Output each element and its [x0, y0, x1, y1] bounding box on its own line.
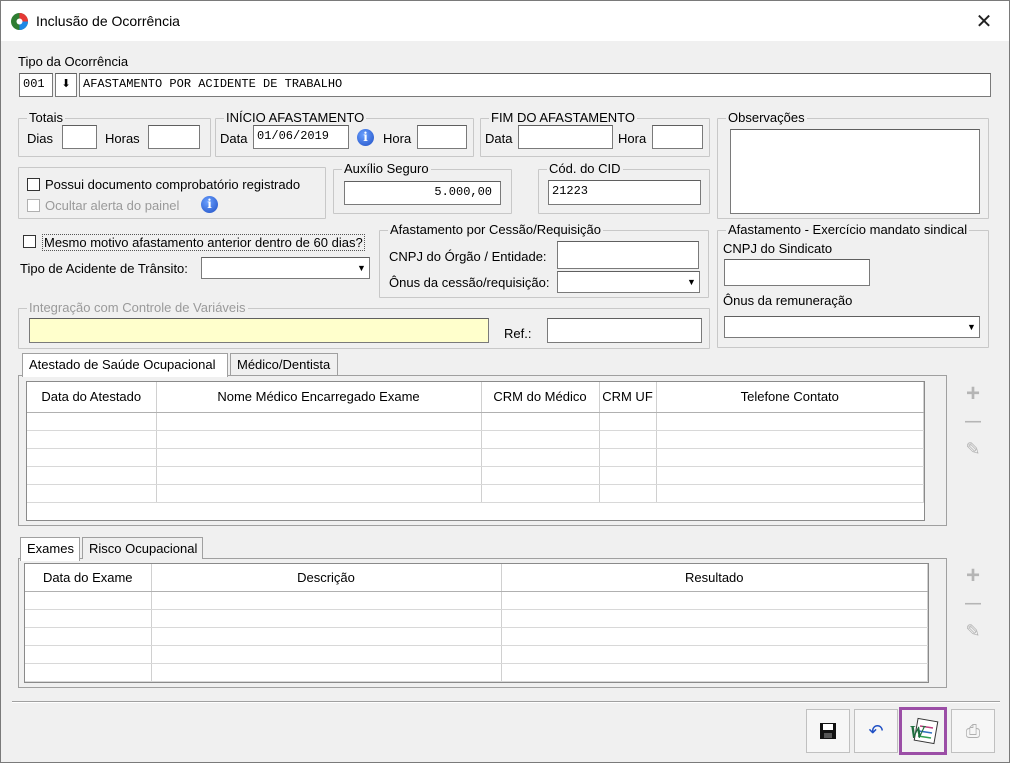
cid-input[interactable]: 21223 — [548, 180, 701, 205]
remove-button[interactable]: — — [962, 593, 984, 615]
observacoes-textarea[interactable] — [730, 129, 980, 214]
sindicato-onus-label: Ônus da remuneração — [723, 293, 853, 308]
chevron-down-icon: ▼ — [967, 322, 976, 332]
possui-documento-label: Possui documento comprobatório registrad… — [45, 177, 301, 192]
dias-label: Dias — [27, 131, 54, 146]
column-header[interactable]: Data do Exame — [25, 564, 152, 592]
column-header[interactable]: Resultado — [501, 564, 928, 592]
add-button[interactable]: + — [962, 382, 984, 406]
tab-exames[interactable]: Exames — [20, 537, 80, 561]
inicio-hora-input[interactable] — [417, 125, 467, 149]
table-row[interactable] — [27, 430, 924, 449]
add-button[interactable]: + — [962, 564, 984, 588]
ref-label: Ref.: — [504, 326, 532, 341]
close-button[interactable]: ✕ — [961, 7, 1007, 37]
save-button[interactable] — [806, 709, 850, 753]
cessao-legend: Afastamento por Cessão/Requisição — [388, 222, 604, 237]
dias-input[interactable] — [62, 125, 97, 149]
column-header[interactable]: Descrição — [151, 564, 502, 592]
transito-label: Tipo de Acidente de Trânsito: — [20, 261, 188, 276]
edit-button[interactable]: ✎ — [962, 438, 984, 460]
ocultar-alerta-label: Ocultar alerta do painel — [45, 198, 180, 213]
undo-button[interactable]: ↶ — [854, 709, 898, 753]
table-row[interactable] — [25, 609, 928, 628]
table-row[interactable] — [25, 663, 928, 682]
integracao-input[interactable] — [29, 318, 489, 343]
edit-button[interactable]: ✎ — [962, 620, 984, 642]
table-row[interactable] — [25, 591, 928, 610]
dialog-window: Inclusão de Ocorrência ✕ Tipo da Ocorrên… — [0, 0, 1010, 763]
cessao-onus-select[interactable]: ▼ — [557, 271, 700, 293]
mesmo-motivo-label: Mesmo motivo afastamento anterior dentro… — [42, 234, 365, 251]
remove-button[interactable]: — — [962, 411, 984, 433]
ref-input[interactable] — [547, 318, 702, 343]
transito-select[interactable]: ▼ — [201, 257, 370, 279]
inicio-legend: INÍCIO AFASTAMENTO — [224, 110, 367, 125]
sindical-legend: Afastamento - Exercício mandato sindical — [726, 222, 970, 237]
table-row[interactable] — [27, 412, 924, 431]
fim-hora-label: Hora — [618, 131, 647, 146]
integracao-legend: Integração com Controle de Variáveis — [27, 300, 248, 315]
table-row[interactable] — [25, 627, 928, 646]
fim-hora-input[interactable] — [652, 125, 703, 149]
totais-legend: Totais — [27, 110, 65, 125]
sindicato-cnpj-label: CNPJ do Sindicato — [723, 241, 833, 256]
cessao-onus-label: Ônus da cessão/requisição: — [389, 275, 550, 290]
column-header[interactable]: CRM do Médico — [481, 382, 600, 413]
auxilio-input[interactable]: 5.000,00 — [344, 181, 501, 205]
word-document-icon: W — [909, 717, 939, 745]
print-button[interactable]: ⎙ — [951, 709, 995, 753]
bottom-divider — [12, 701, 1000, 703]
tipo-code-input[interactable]: 001 — [19, 73, 53, 97]
horas-label: Horas — [105, 131, 140, 146]
info-icon[interactable]: i — [357, 129, 374, 146]
fim-legend: FIM DO AFASTAMENTO — [489, 110, 637, 125]
table-row[interactable] — [27, 484, 924, 503]
ocultar-alerta-checkbox[interactable] — [27, 199, 40, 212]
atestado-table[interactable]: Data do Atestado Nome Médico Encarregado… — [26, 381, 925, 521]
horas-input[interactable] — [148, 125, 200, 149]
possui-documento-checkbox[interactable] — [27, 178, 40, 191]
cid-legend: Cód. do CID — [547, 161, 623, 176]
inicio-hora-label: Hora — [383, 131, 412, 146]
mesmo-motivo-checkbox[interactable] — [23, 235, 36, 248]
table-row[interactable] — [27, 448, 924, 467]
window-title: Inclusão de Ocorrência — [36, 13, 180, 29]
exames-table[interactable]: Data do Exame Descrição Resultado — [24, 563, 929, 683]
word-glyph: W — [909, 722, 927, 742]
title-bar: Inclusão de Ocorrência ✕ — [1, 1, 1009, 41]
tipo-description-input[interactable]: AFASTAMENTO POR ACIDENTE DE TRABALHO — [79, 73, 991, 97]
inicio-data-label: Data — [220, 131, 248, 146]
word-report-button[interactable]: W — [899, 707, 947, 755]
floppy-disk-icon — [820, 723, 836, 739]
sindicato-cnpj-input[interactable] — [724, 259, 870, 286]
column-header[interactable]: Data do Atestado — [27, 382, 157, 413]
inicio-data-input[interactable]: 01/06/2019 — [253, 125, 349, 149]
chevron-down-icon: ▼ — [357, 263, 366, 273]
fim-data-input[interactable] — [518, 125, 613, 149]
cessao-cnpj-input[interactable] — [557, 241, 699, 269]
sindicato-onus-select[interactable]: ▼ — [724, 316, 980, 338]
column-header[interactable]: CRM UF — [599, 382, 657, 413]
table-row[interactable] — [27, 466, 924, 485]
tipo-lookup-button[interactable]: ⬇ — [55, 73, 77, 97]
fim-data-label: Data — [485, 131, 513, 146]
tab-medico-dentista[interactable]: Médico/Dentista — [230, 353, 338, 375]
chevron-down-icon: ▼ — [687, 277, 696, 287]
tab-risco-ocupacional[interactable]: Risco Ocupacional — [82, 537, 203, 559]
tab-atestado[interactable]: Atestado de Saúde Ocupacional — [22, 353, 228, 377]
auxilio-legend: Auxílio Seguro — [342, 161, 431, 176]
app-icon — [11, 13, 28, 30]
info-icon[interactable]: i — [201, 196, 218, 213]
cessao-cnpj-label: CNPJ do Órgão / Entidade: — [389, 249, 547, 264]
arrow-down-icon: ⬇ — [61, 78, 71, 90]
column-header[interactable]: Telefone Contato — [656, 382, 924, 413]
observacoes-legend: Observações — [726, 110, 807, 125]
table-row[interactable] — [25, 645, 928, 664]
column-header[interactable]: Nome Médico Encarregado Exame — [156, 382, 482, 413]
tipo-label: Tipo da Ocorrência — [18, 54, 129, 69]
